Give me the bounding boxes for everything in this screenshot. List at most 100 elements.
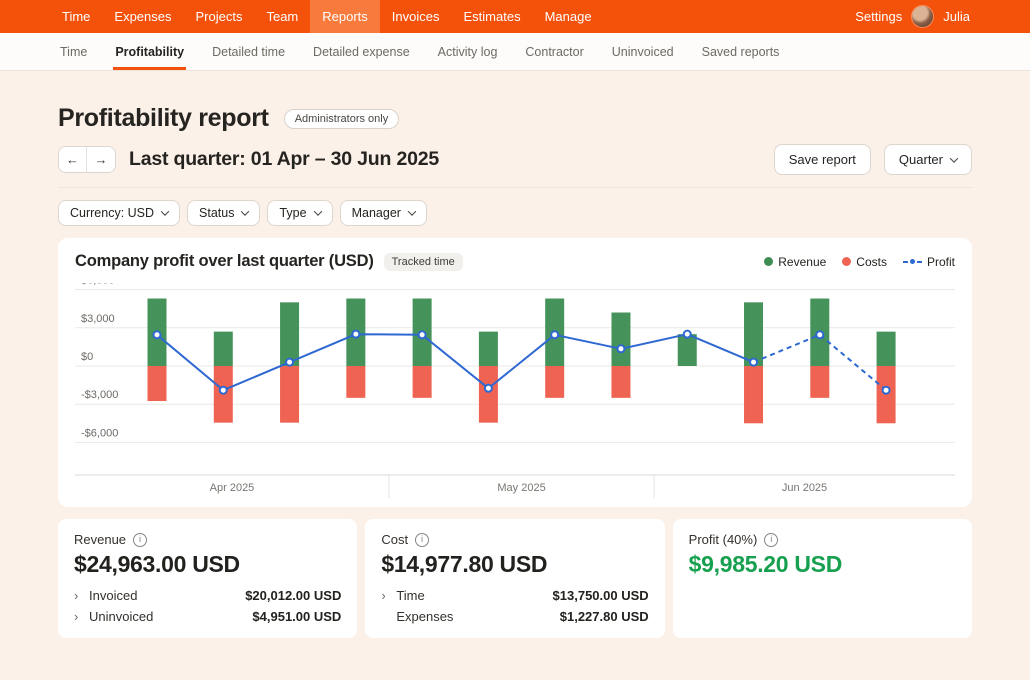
nav-item-manage[interactable]: Manage xyxy=(533,0,604,33)
revenue-bar xyxy=(479,332,498,366)
settings-link[interactable]: Settings xyxy=(855,9,902,24)
costs-bar xyxy=(611,366,630,398)
profit-point xyxy=(750,359,757,366)
profit-line-icon xyxy=(903,259,922,264)
profit-point xyxy=(816,331,823,338)
info-icon[interactable]: i xyxy=(764,533,778,547)
x-axis-label: Jun 2025 xyxy=(782,482,827,494)
date-range-label: Last quarter: 01 Apr – 30 Jun 2025 xyxy=(129,148,439,171)
period-dropdown[interactable]: Quarter xyxy=(884,144,972,175)
revenue-series-icon xyxy=(764,257,773,266)
nav-item-expenses[interactable]: Expenses xyxy=(102,0,183,33)
breakdown-row-invoiced[interactable]: ›Invoiced $20,012.00 USD xyxy=(74,588,341,603)
row-value: $4,951.00 USD xyxy=(252,609,341,624)
filter-label: Manager xyxy=(352,206,401,220)
profit-card: Profit (40%) i $9,985.20 USD xyxy=(673,519,972,638)
subnav-item-contractor[interactable]: Contractor xyxy=(511,33,597,70)
profit-point xyxy=(551,331,558,338)
filter-type[interactable]: Type xyxy=(267,200,332,226)
subnav-item-detailed-time[interactable]: Detailed time xyxy=(198,33,299,70)
user-avatar[interactable] xyxy=(912,6,933,27)
row-label: Invoiced xyxy=(89,588,137,603)
filter-currency-usd[interactable]: Currency: USD xyxy=(58,200,180,226)
subnav-item-detailed-expense[interactable]: Detailed expense xyxy=(299,33,424,70)
x-axis-label: Apr 2025 xyxy=(210,482,255,494)
main-content: Profitability report Administrators only… xyxy=(0,71,1030,680)
save-report-button[interactable]: Save report xyxy=(774,144,871,175)
profit-point xyxy=(220,387,227,394)
legend-item-profit[interactable]: Profit xyxy=(903,255,955,269)
profit-point xyxy=(154,331,161,338)
dash xyxy=(903,261,908,263)
filter-manager[interactable]: Manager xyxy=(340,200,427,226)
user-menu[interactable]: Julia xyxy=(943,9,970,24)
nav-item-time[interactable]: Time xyxy=(50,0,102,33)
chevron-down-icon xyxy=(950,154,958,162)
chart-legend: Revenue Costs Profit xyxy=(764,255,955,269)
filter-status[interactable]: Status xyxy=(187,200,260,226)
legend-item-costs[interactable]: Costs xyxy=(842,255,887,269)
dot xyxy=(910,259,915,264)
nav-item-invoices[interactable]: Invoices xyxy=(380,0,452,33)
app-window: TimeExpensesProjectsTeamReportsInvoicesE… xyxy=(0,0,1030,680)
profit-point xyxy=(419,331,426,338)
row-value: $1,227.80 USD xyxy=(560,609,649,624)
chart-card: Company profit over last quarter (USD) T… xyxy=(58,238,972,507)
subnav-item-time[interactable]: Time xyxy=(46,33,101,70)
period-nav-arrows: ← → xyxy=(58,146,116,173)
chevron-right-icon: › xyxy=(74,609,89,624)
chevron-down-icon xyxy=(313,207,321,215)
y-axis-label: $0 xyxy=(81,351,93,363)
legend-label: Profit xyxy=(927,255,955,269)
x-axis-label: May 2025 xyxy=(497,482,545,494)
filter-label: Status xyxy=(199,206,234,220)
revenue-bar xyxy=(280,302,299,366)
nav-item-projects[interactable]: Projects xyxy=(184,0,255,33)
revenue-bar xyxy=(877,332,896,366)
costs-bar xyxy=(545,366,564,398)
row-value: $20,012.00 USD xyxy=(245,588,341,603)
subnav-item-uninvoiced[interactable]: Uninvoiced xyxy=(598,33,688,70)
chart-title: Company profit over last quarter (USD) xyxy=(75,252,374,271)
info-icon[interactable]: i xyxy=(415,533,429,547)
info-icon[interactable]: i xyxy=(133,533,147,547)
cost-card: Costi$14,977.80 USD›Time$13,750.00 USDEx… xyxy=(365,519,664,638)
previous-period-button[interactable]: ← xyxy=(59,147,87,172)
breakdown-row-uninvoiced[interactable]: ›Uninvoiced$4,951.00 USD xyxy=(74,609,341,624)
cost-label: Cost xyxy=(381,532,408,547)
costs-bar xyxy=(346,366,365,398)
page-title: Profitability report xyxy=(58,104,269,133)
row-label: Time xyxy=(396,588,424,603)
legend-label: Revenue xyxy=(778,255,826,269)
legend-item-revenue[interactable]: Revenue xyxy=(764,255,826,269)
chevron-right-icon: › xyxy=(74,588,89,603)
next-period-button[interactable]: → xyxy=(87,147,115,172)
filter-label: Type xyxy=(279,206,306,220)
administrators-only-badge: Administrators only xyxy=(284,109,400,129)
revenue-breakdown: ›Invoiced $20,012.00 USD ›Uninvoiced$4,951… xyxy=(74,588,341,624)
revenue-label-row: Revenue i xyxy=(74,532,341,547)
profit-point xyxy=(352,331,359,338)
header-divider xyxy=(58,187,972,188)
cost-label-row: Costi xyxy=(381,532,648,547)
costs-bar xyxy=(280,366,299,423)
nav-item-team[interactable]: Team xyxy=(254,0,310,33)
breakdown-row-time[interactable]: ›Time$13,750.00 USD xyxy=(381,588,648,603)
profit-label: Profit (40%) xyxy=(689,532,758,547)
subnav-item-activity-log[interactable]: Activity log xyxy=(424,33,512,70)
y-axis-label: -$3,000 xyxy=(81,389,118,401)
subnav-item-profitability[interactable]: Profitability xyxy=(101,33,198,70)
profit-point xyxy=(617,345,624,352)
chart-header: Company profit over last quarter (USD) T… xyxy=(75,252,955,271)
nav-item-estimates[interactable]: Estimates xyxy=(452,0,533,33)
chevron-down-icon xyxy=(241,207,249,215)
date-row: ← → Last quarter: 01 Apr – 30 Jun 2025 S… xyxy=(58,144,972,175)
profit-value: $9,985.20 USD xyxy=(689,551,956,578)
breakdown-row-expenses: Expenses$1,227.80 USD xyxy=(381,609,648,624)
nav-item-reports[interactable]: Reports xyxy=(310,0,380,33)
revenue-bar xyxy=(214,332,233,366)
subnav-item-saved-reports[interactable]: Saved reports xyxy=(688,33,794,70)
revenue-label: Revenue xyxy=(74,532,126,547)
revenue-bar xyxy=(744,302,763,366)
revenue-bar xyxy=(678,334,697,366)
